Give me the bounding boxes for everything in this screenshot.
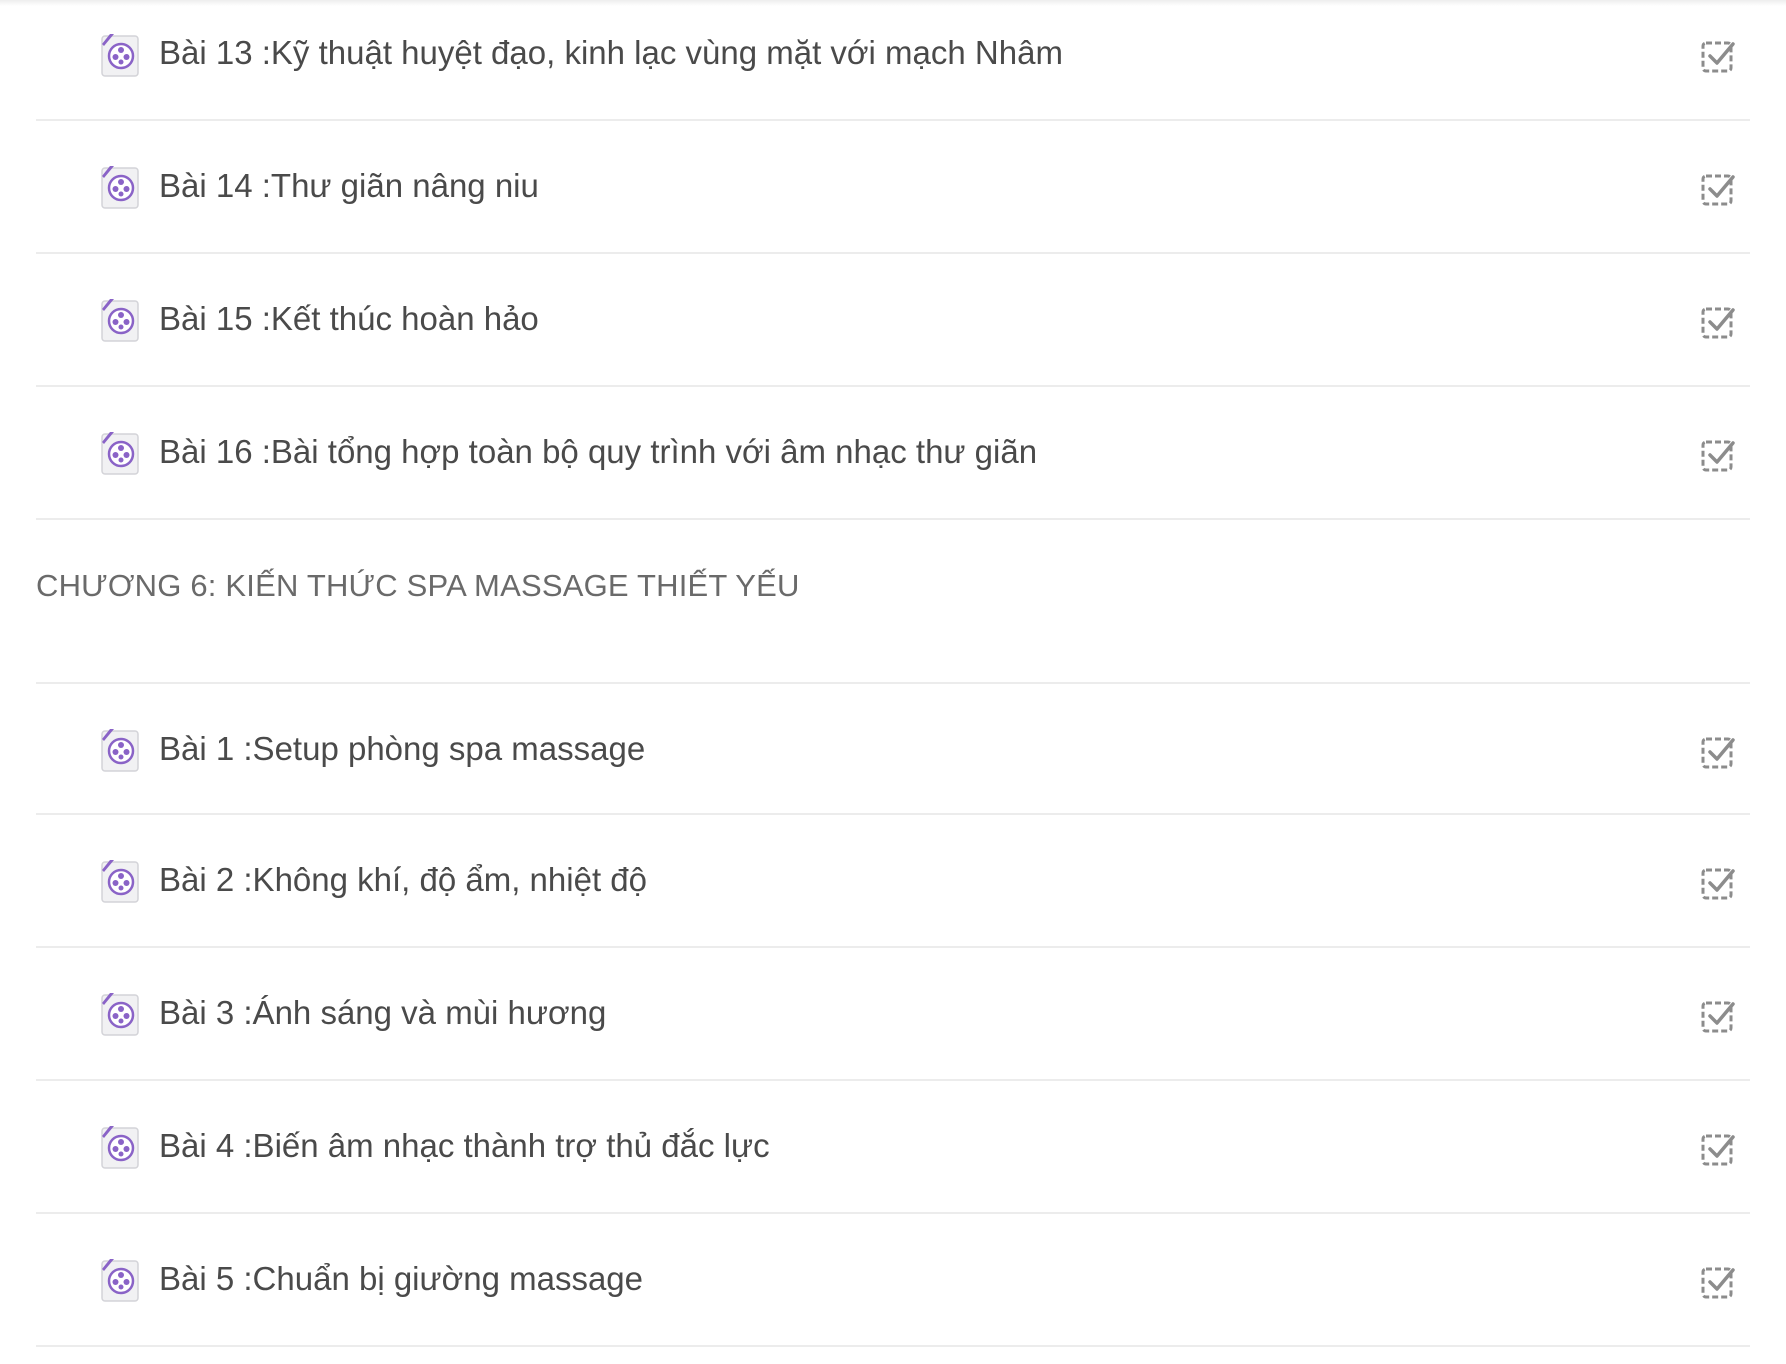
lesson-list: Bài 13 :Kỹ thuật huyệt đạo, kinh lạc vùn…: [36, 0, 1750, 1347]
lesson-title: Bài 14 :Thư giãn nâng niu: [159, 167, 539, 204]
checkbox-checked-icon: [1701, 1001, 1735, 1033]
checkbox-checked-icon: [1701, 868, 1735, 900]
video-file-icon: [101, 860, 139, 903]
lesson-row[interactable]: Bài 4 :Biến âm nhạc thành trợ thủ đắc lự…: [36, 1081, 1750, 1214]
lesson-title: Bài 16 :Bài tổng hợp toàn bộ quy trình v…: [159, 433, 1038, 470]
video-file-icon: [101, 34, 139, 77]
video-file-icon: [101, 1259, 139, 1302]
checkbox-checked-icon: [1701, 307, 1735, 339]
lesson-row[interactable]: Bài 1 :Setup phòng spa massage: [36, 682, 1750, 815]
video-file-icon: [101, 1126, 139, 1169]
lesson-row[interactable]: Bài 13 :Kỹ thuật huyệt đạo, kinh lạc vùn…: [36, 0, 1750, 121]
checkbox-checked-icon: [1701, 1267, 1735, 1299]
lesson-title: Bài 3 :Ánh sáng và mùi hương: [159, 994, 607, 1031]
lesson-row[interactable]: Bài 16 :Bài tổng hợp toàn bộ quy trình v…: [36, 387, 1750, 520]
checkbox-checked-icon: [1701, 1134, 1735, 1166]
lesson-row[interactable]: Bài 2 :Không khí, độ ẩm, nhiệt độ: [36, 815, 1750, 948]
checkbox-checked-icon: [1701, 737, 1735, 769]
checkbox-checked-icon: [1701, 41, 1735, 73]
lesson-row[interactable]: Bài 14 :Thư giãn nâng niu: [36, 121, 1750, 254]
video-file-icon: [101, 729, 139, 772]
lesson-title: Bài 1 :Setup phòng spa massage: [159, 730, 646, 767]
video-file-icon: [101, 993, 139, 1036]
lesson-row[interactable]: Bài 3 :Ánh sáng và mùi hương: [36, 948, 1750, 1081]
checkbox-checked-icon: [1701, 440, 1735, 472]
chapter-header[interactable]: CHƯƠNG 6: KIẾN THỨC SPA MASSAGE THIẾT YẾ…: [36, 520, 1750, 682]
lesson-title: Bài 5 :Chuẩn bị giường massage: [159, 1260, 644, 1297]
video-file-icon: [101, 432, 139, 475]
lesson-title: Bài 15 :Kết thúc hoàn hảo: [159, 300, 539, 337]
lesson-title: Bài 13 :Kỹ thuật huyệt đạo, kinh lạc vùn…: [159, 34, 1063, 71]
chapter-title: CHƯƠNG 6: KIẾN THỨC SPA MASSAGE THIẾT YẾ…: [36, 568, 800, 603]
lesson-title: Bài 4 :Biến âm nhạc thành trợ thủ đắc lự…: [159, 1127, 770, 1164]
lesson-row[interactable]: Bài 5 :Chuẩn bị giường massage: [36, 1214, 1750, 1347]
video-file-icon: [101, 299, 139, 342]
video-file-icon: [101, 166, 139, 209]
lesson-title: Bài 2 :Không khí, độ ẩm, nhiệt độ: [159, 861, 647, 898]
lesson-row[interactable]: Bài 15 :Kết thúc hoàn hảo: [36, 254, 1750, 387]
checkbox-checked-icon: [1701, 174, 1735, 206]
